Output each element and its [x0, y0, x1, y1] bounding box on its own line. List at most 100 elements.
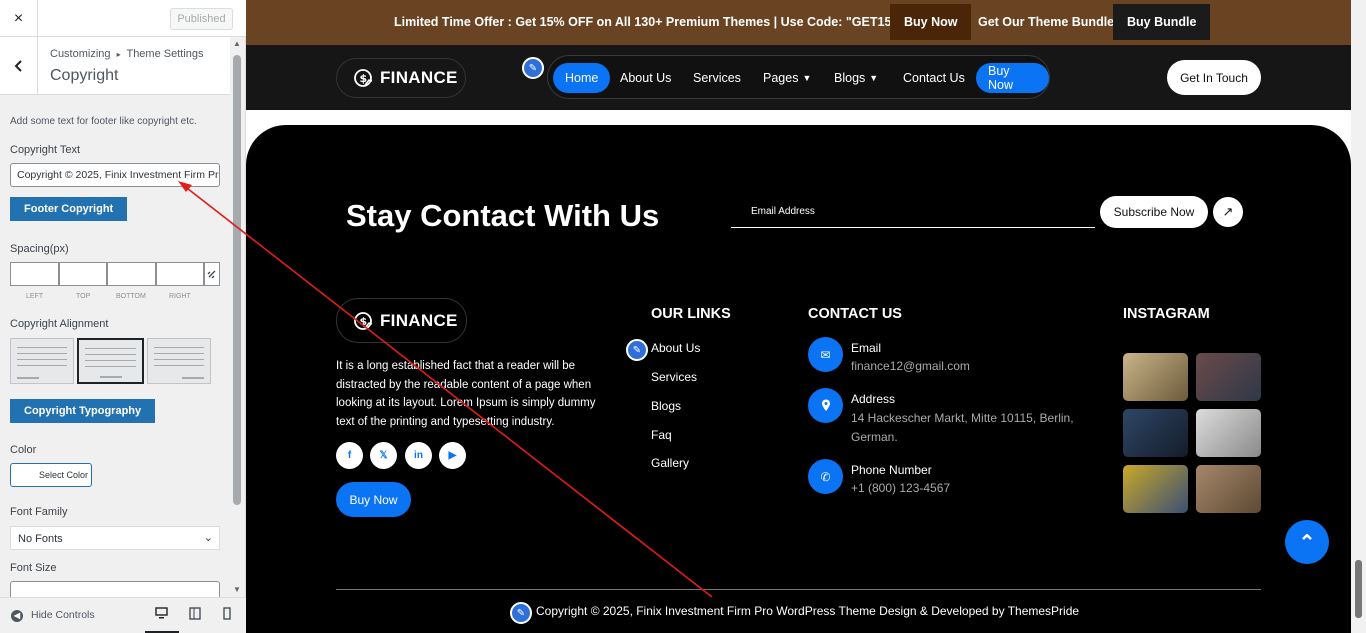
- align-left-option[interactable]: [10, 338, 74, 384]
- nav-home[interactable]: Home: [553, 63, 611, 93]
- breadcrumb-section: Theme Settings: [126, 48, 204, 60]
- copyright-alignment-label: Copyright Alignment: [10, 318, 109, 330]
- collapse-icon: ◀: [11, 610, 23, 622]
- arrow-up-right-icon[interactable]: ↗: [1213, 197, 1243, 227]
- spacing-bottom-label: BOTTOM: [116, 293, 146, 300]
- contact-us-heading: CONTACT US: [808, 306, 902, 322]
- instagram-photo[interactable]: [1196, 409, 1261, 457]
- customizer-header: × Published: [0, 0, 246, 37]
- about-text: It is a long established fact that a rea…: [336, 360, 596, 428]
- stay-contact-heading: Stay Contact With Us: [346, 198, 660, 233]
- site-logo[interactable]: $ FINANCE: [336, 58, 466, 98]
- tablet-preview-icon[interactable]: [189, 607, 201, 623]
- nav-pages[interactable]: Pages ▼: [763, 63, 811, 93]
- section-title: Copyright: [50, 67, 119, 84]
- hide-controls-label: Hide Controls: [31, 609, 95, 621]
- instagram-photo[interactable]: [1123, 409, 1188, 457]
- customizer-footer: ◀ Hide Controls: [0, 597, 246, 633]
- nav-services[interactable]: Services: [693, 63, 741, 93]
- link-values-icon[interactable]: [204, 262, 220, 286]
- footer-divider: [336, 589, 1261, 590]
- get-in-touch-button[interactable]: Get In Touch: [1167, 60, 1261, 95]
- spacing-left-input[interactable]: [10, 262, 59, 286]
- footer-link-gallery[interactable]: Gallery: [651, 456, 689, 470]
- dollar-growth-icon: $: [354, 311, 373, 330]
- scroll-up-icon[interactable]: ▲: [233, 39, 241, 48]
- section-description: Add some text for footer like copyright …: [10, 116, 197, 127]
- promo-buy-bundle-button[interactable]: Buy Bundle: [1113, 4, 1211, 40]
- spacing-label: Spacing(px): [10, 243, 69, 255]
- contact-email-value[interactable]: finance12@gmail.com: [851, 357, 1081, 376]
- scroll-down-icon[interactable]: ▼: [233, 585, 241, 594]
- our-links-heading: OUR LINKS: [651, 306, 731, 322]
- instagram-photo[interactable]: [1196, 353, 1261, 401]
- promo-buy-now-button[interactable]: Buy Now: [890, 4, 972, 40]
- footer-logo-text: FINANCE: [380, 310, 458, 330]
- nav-about-us[interactable]: About Us: [620, 63, 671, 93]
- section-header: Customizing ▸ Theme Settings Copyright: [0, 37, 230, 95]
- font-family-select[interactable]: No Fonts ⌄: [10, 526, 220, 550]
- align-right-option[interactable]: [147, 338, 211, 384]
- dollar-growth-icon: $: [354, 69, 373, 87]
- nav-buy-now[interactable]: Buy Now: [976, 63, 1049, 93]
- align-center-option[interactable]: [77, 338, 144, 384]
- hide-controls-button[interactable]: ◀ Hide Controls: [11, 609, 95, 622]
- footer-buy-now-button[interactable]: Buy Now: [336, 482, 411, 517]
- preview-scrollbar-thumb[interactable]: [1355, 560, 1362, 618]
- sidebar-scrollbar[interactable]: ▲ ▼: [231, 37, 244, 597]
- close-icon[interactable]: ×: [0, 0, 38, 37]
- footer-link-blogs[interactable]: Blogs: [651, 399, 681, 413]
- preview-scrollbar[interactable]: [1351, 0, 1366, 633]
- site-header: $ FINANCE ✎ Home About Us Services Pages…: [246, 45, 1351, 110]
- promo-text: Limited Time Offer : Get 15% OFF on All …: [394, 15, 925, 29]
- spacing-bottom-input[interactable]: [107, 262, 156, 286]
- font-family-label: Font Family: [10, 506, 68, 518]
- contact-address-label: Address: [851, 392, 896, 406]
- scrollbar-thumb[interactable]: [233, 55, 241, 505]
- mobile-preview-icon[interactable]: [223, 607, 231, 623]
- facebook-icon[interactable]: f: [336, 442, 363, 469]
- spacing-right-label: RIGHT: [169, 293, 191, 300]
- nav-blogs[interactable]: Blogs ▼: [834, 63, 878, 93]
- youtube-icon[interactable]: ▶: [439, 442, 466, 469]
- edit-pencil-icon[interactable]: ✎: [522, 57, 544, 79]
- instagram-photo[interactable]: [1123, 353, 1188, 401]
- copyright-text: Copyright © 2025, Finix Investment Firm …: [536, 604, 1080, 618]
- font-size-label: Font Size: [10, 562, 57, 574]
- desktop-preview-icon[interactable]: [155, 607, 168, 622]
- spacing-inputs: [10, 262, 220, 286]
- promo-bundle-text: Get Our Theme Bundle: [978, 15, 1115, 29]
- edit-pencil-icon[interactable]: ✎: [510, 602, 532, 624]
- x-twitter-icon[interactable]: 𝕏: [370, 442, 397, 469]
- spacing-right-input[interactable]: [155, 262, 204, 286]
- promo-bar: Limited Time Offer : Get 15% OFF on All …: [246, 0, 1351, 45]
- instagram-photo[interactable]: [1123, 465, 1188, 513]
- instagram-heading: INSTAGRAM: [1123, 306, 1210, 322]
- chevron-down-icon: ▼: [869, 73, 879, 83]
- contact-phone-label: Phone Number: [851, 463, 932, 477]
- edit-pencil-icon[interactable]: ✎: [626, 339, 648, 361]
- published-button[interactable]: Published: [170, 8, 233, 30]
- contact-address-value: 14 Hackescher Markt, Mitte 10115, Berlin…: [851, 411, 1074, 444]
- copyright-typography-button[interactable]: Copyright Typography: [10, 399, 156, 423]
- contact-email-label: Email: [851, 341, 882, 355]
- instagram-photo[interactable]: [1196, 465, 1261, 513]
- footer-copyright-button[interactable]: Footer Copyright: [10, 197, 128, 221]
- subscribe-now-button[interactable]: Subscribe Now: [1100, 196, 1208, 228]
- envelope-icon: ✉: [808, 337, 843, 372]
- linkedin-icon[interactable]: in: [405, 442, 432, 469]
- back-arrow-icon[interactable]: [0, 37, 38, 95]
- spacing-top-input[interactable]: [58, 262, 107, 286]
- nav-contact-us[interactable]: Contact Us: [903, 63, 965, 93]
- contact-phone-value[interactable]: +1 (800) 123-4567: [851, 479, 1081, 498]
- footer-link-services[interactable]: Services: [651, 370, 697, 384]
- email-address-input[interactable]: Email Address: [731, 200, 1095, 228]
- chevron-down-icon: ⌄: [203, 532, 213, 544]
- footer-logo[interactable]: $ FINANCE: [336, 298, 467, 343]
- copyright-text-input[interactable]: Copyright © 2025, Finix Investment Firm …: [10, 163, 220, 187]
- nav-pages-label: Pages: [763, 71, 799, 85]
- footer-link-faq[interactable]: Faq: [651, 428, 672, 442]
- select-color-button[interactable]: Select Color: [10, 463, 92, 487]
- footer-link-about-us[interactable]: About Us: [651, 341, 700, 355]
- scroll-to-top-icon[interactable]: ⌃: [1285, 520, 1329, 564]
